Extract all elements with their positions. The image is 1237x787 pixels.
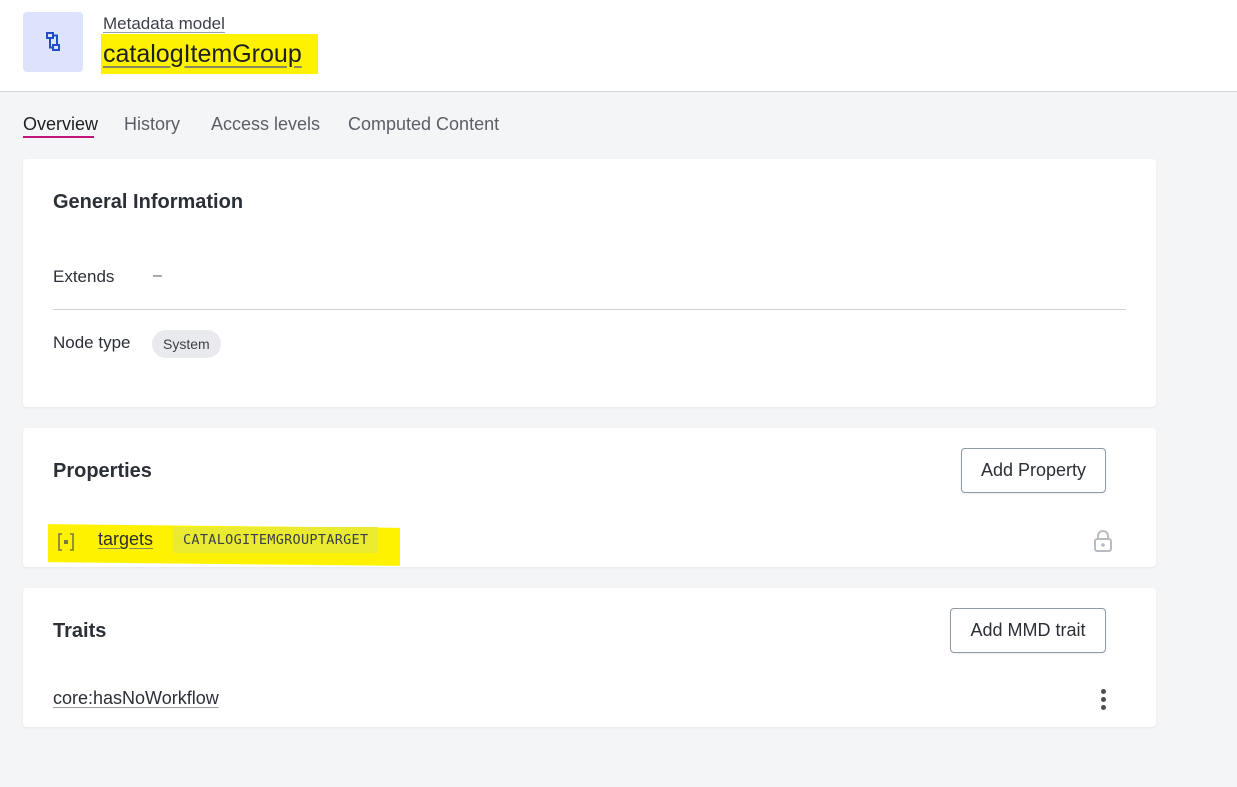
property-type-badge: CATALOGITEMGROUPTARGET [173,527,379,553]
extends-value: – [153,267,162,284]
properties-card: Properties Add Property targets CATALOGI… [23,428,1156,567]
list-property-icon [57,531,75,553]
divider [53,309,1126,310]
header-subtitle: Metadata model [103,14,225,33]
add-mmd-trait-button[interactable]: Add MMD trait [950,608,1106,653]
general-information-card: General Information Extends – Node type … [23,159,1156,407]
node-type-label: Node type [53,333,131,352]
add-property-button[interactable]: Add Property [961,448,1106,493]
node-type-badge: System [152,330,221,358]
tab-overview[interactable]: Overview [23,114,99,138]
tab-access-levels[interactable]: Access levels [211,114,320,135]
property-name-targets[interactable]: targets [98,529,153,550]
page-header: Metadata model catalogItemGroup [0,0,1237,92]
more-options-icon[interactable] [1093,686,1113,712]
tab-overview-label: Overview [23,114,99,134]
extends-label: Extends [53,267,115,286]
page-title: catalogItemGroup [103,40,302,68]
properties-title: Properties [53,460,152,482]
trait-item-core-hasnoworkflow[interactable]: core:hasNoWorkflow [53,688,219,709]
traits-card: Traits Add MMD trait core:hasNoWorkflow [23,588,1156,727]
metadata-model-icon [23,12,83,72]
traits-title: Traits [53,620,107,642]
active-tab-indicator [23,136,94,138]
lock-icon [1093,529,1113,553]
general-information-title: General Information [53,191,244,213]
tab-history[interactable]: History [124,114,180,135]
tab-computed-content[interactable]: Computed Content [348,114,499,135]
